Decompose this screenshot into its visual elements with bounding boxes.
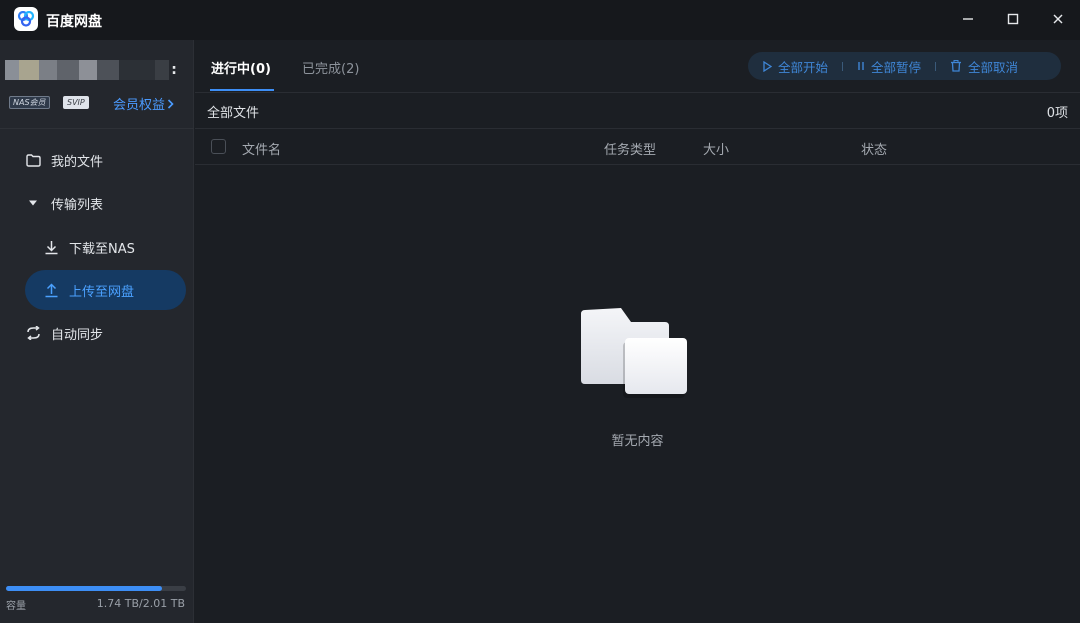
toolbar-separator bbox=[935, 61, 937, 71]
chevron-right-icon bbox=[167, 98, 174, 113]
sidebar-item-label: 上传至网盘 bbox=[69, 284, 135, 300]
member-benefits-label: 会员权益 bbox=[113, 98, 166, 113]
more-options-button[interactable]: : bbox=[168, 62, 180, 78]
cancel-all-label: 全部取消 bbox=[968, 59, 1019, 75]
upload-icon bbox=[43, 282, 59, 298]
column-header-status[interactable]: 状态 bbox=[861, 139, 887, 158]
column-header-task-type[interactable]: 任务类型 bbox=[604, 139, 656, 158]
empty-folder-icon bbox=[579, 302, 689, 406]
sidebar-item-download-to-nas[interactable]: 下载至NAS bbox=[25, 227, 186, 267]
app-logo-icon bbox=[14, 7, 38, 31]
capacity-label: 容量 bbox=[6, 601, 26, 612]
capacity-value: 1.74 TB/2.01 TB bbox=[96, 597, 185, 610]
sidebar-divider bbox=[0, 128, 194, 129]
username-redacted bbox=[5, 60, 169, 80]
svip-badge: SVIP bbox=[63, 96, 89, 109]
sidebar-item-label: 自动同步 bbox=[51, 327, 104, 343]
main-panel: 进行中(0) 已完成(2) 全部开始 全部暂停 全部取消 全部文件 0项 文件名… bbox=[195, 40, 1080, 623]
pause-icon bbox=[857, 61, 865, 71]
start-all-label: 全部开始 bbox=[778, 59, 829, 75]
tabs-divider bbox=[195, 92, 1080, 93]
download-icon bbox=[43, 239, 59, 255]
start-all-button[interactable]: 全部开始 bbox=[763, 57, 828, 76]
select-all-checkbox[interactable] bbox=[211, 139, 226, 154]
toolbar-separator bbox=[842, 61, 844, 71]
transfer-toolbar: 全部开始 全部暂停 全部取消 bbox=[748, 52, 1061, 80]
trash-icon bbox=[950, 60, 962, 72]
caret-down-icon bbox=[25, 195, 41, 211]
sidebar-item-my-files[interactable]: 我的文件 bbox=[25, 140, 186, 180]
minimize-icon bbox=[963, 18, 973, 20]
title-bar: 百度网盘 bbox=[0, 0, 1080, 40]
tab-in-progress[interactable]: 进行中(0) bbox=[211, 58, 271, 77]
maximize-button[interactable] bbox=[1000, 8, 1026, 30]
column-header-name[interactable]: 文件名 bbox=[242, 139, 281, 158]
empty-state-text: 暂无内容 bbox=[611, 434, 664, 449]
play-icon bbox=[763, 60, 772, 72]
maximize-icon bbox=[1007, 13, 1019, 25]
sync-icon bbox=[25, 325, 41, 341]
capacity-bar bbox=[6, 586, 186, 591]
member-benefits-link[interactable]: 会员权益 bbox=[113, 94, 174, 113]
sidebar-item-transfer-list[interactable]: 传输列表 bbox=[25, 183, 186, 223]
active-tab-indicator bbox=[210, 89, 274, 91]
tab-completed[interactable]: 已完成(2) bbox=[302, 58, 359, 77]
close-button[interactable] bbox=[1045, 8, 1071, 30]
columns-divider bbox=[195, 164, 1080, 165]
item-count: 0项 bbox=[1046, 106, 1068, 121]
sidebar-item-upload-to-cloud[interactable]: 上传至网盘 bbox=[25, 270, 186, 310]
header-divider bbox=[195, 128, 1080, 129]
app-title: 百度网盘 bbox=[46, 14, 102, 30]
pause-all-button[interactable]: 全部暂停 bbox=[857, 57, 921, 76]
column-header-size[interactable]: 大小 bbox=[703, 139, 729, 158]
sidebar-item-label: 下载至NAS bbox=[69, 241, 135, 257]
nas-member-badge: NAS会员 bbox=[9, 96, 50, 109]
pause-all-label: 全部暂停 bbox=[871, 59, 922, 75]
sidebar-item-auto-sync[interactable]: 自动同步 bbox=[25, 313, 186, 353]
sidebar-item-label: 传输列表 bbox=[51, 197, 104, 213]
capacity-fill bbox=[6, 586, 162, 591]
sidebar-item-label: 我的文件 bbox=[51, 154, 104, 170]
sidebar: : NAS会员 SVIP 会员权益 我的文件 传输列表 下载至NAS 上传至网盘… bbox=[0, 40, 194, 623]
cancel-all-button[interactable]: 全部取消 bbox=[950, 57, 1018, 76]
breadcrumb: 全部文件 bbox=[207, 106, 260, 121]
minimize-button[interactable] bbox=[955, 8, 981, 30]
folder-icon bbox=[25, 152, 41, 168]
close-icon bbox=[1053, 14, 1063, 24]
